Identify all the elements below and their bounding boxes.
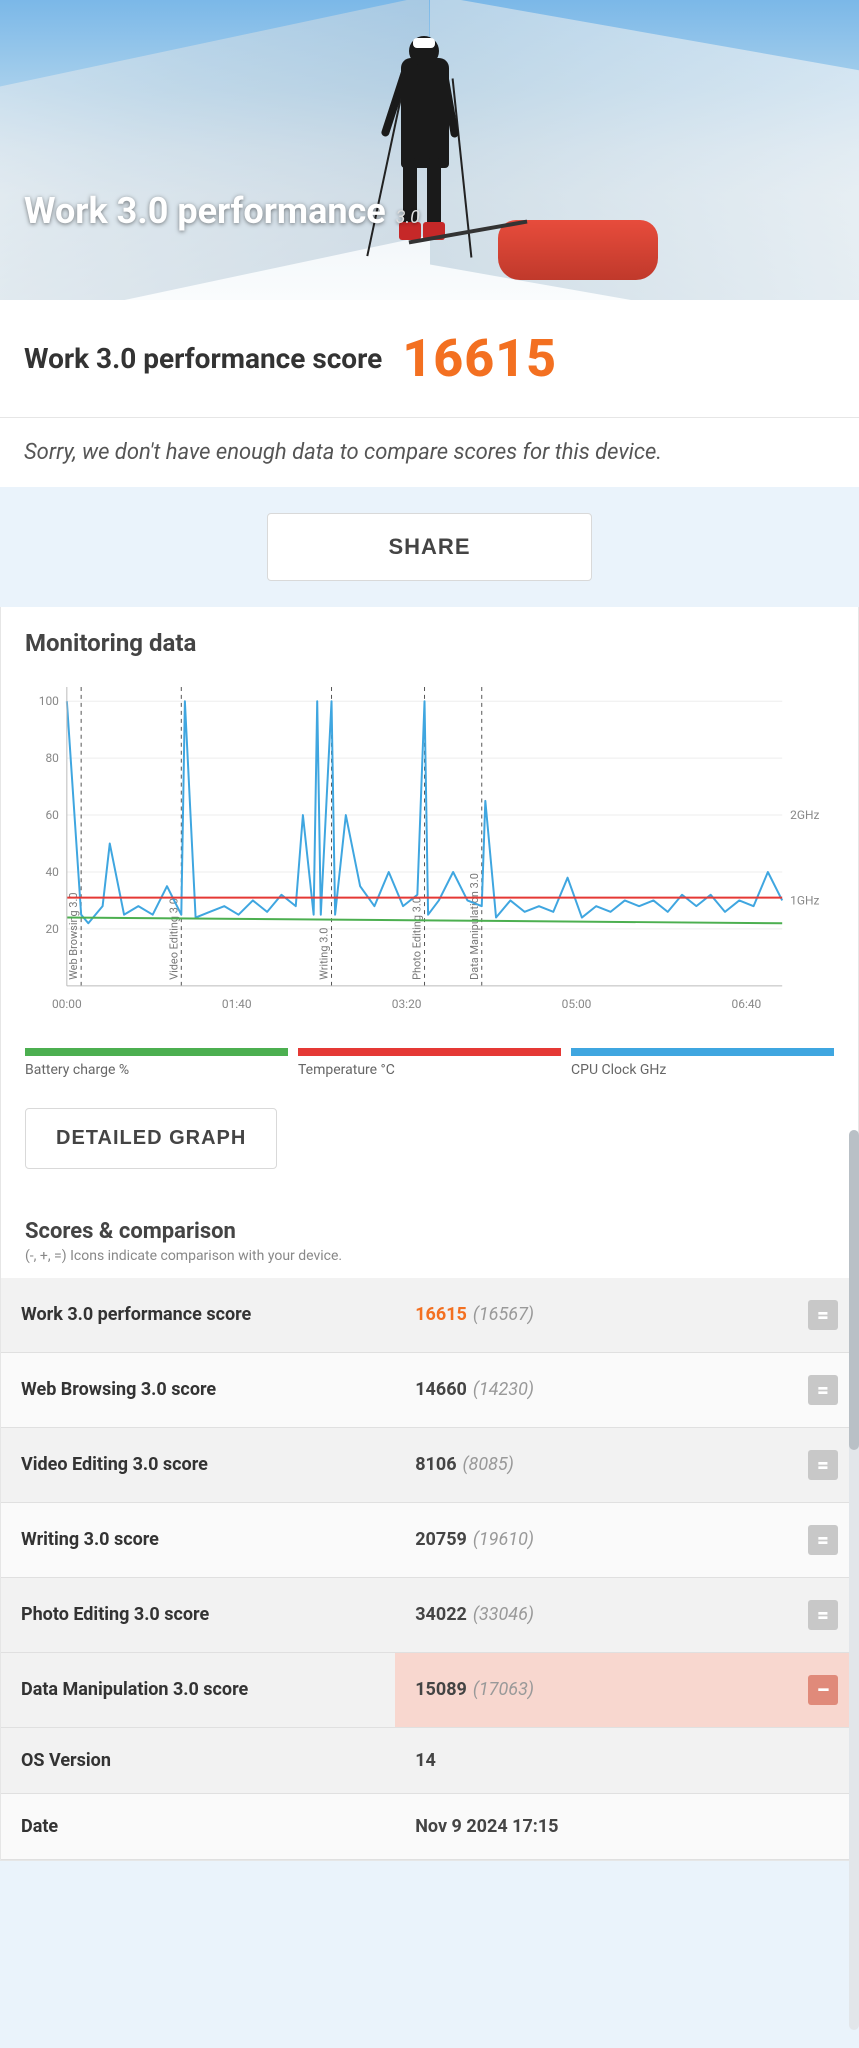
equal-icon	[808, 1375, 838, 1405]
score-value-cell: 20759(19610)	[395, 1502, 788, 1577]
chart-svg: 20 40 60 80 100 00:00 01:40 03:20 05:00 06:40 2GHz…	[21, 677, 838, 1036]
monitoring-title: Monitoring data	[1, 607, 858, 667]
svg-text:00:00: 00:00	[52, 997, 82, 1011]
comparison-badge-cell	[788, 1652, 858, 1727]
monitoring-chart: 20 40 60 80 100 00:00 01:40 03:20 05:00 06:40 2GHz…	[1, 667, 858, 1040]
comparison-badge-cell	[788, 1502, 858, 1577]
score-row: Work 3.0 performance score 16615	[0, 300, 859, 418]
svg-text:20: 20	[45, 922, 59, 936]
comparison-badge-cell	[788, 1793, 858, 1859]
comparison-badge-cell	[788, 1427, 858, 1502]
legend-bar-battery	[25, 1048, 288, 1056]
legend-bar-temperature	[298, 1048, 561, 1056]
equal-icon	[808, 1525, 838, 1555]
equal-icon	[808, 1450, 838, 1480]
legend-label-cpu: CPU Clock GHz	[571, 1062, 834, 1078]
svg-text:2GHz: 2GHz	[790, 808, 819, 822]
score-label-cell: Web Browsing 3.0 score	[1, 1352, 395, 1427]
score-value-cell: 16615(16567)	[395, 1278, 788, 1353]
svg-text:03:20: 03:20	[392, 997, 422, 1011]
equal-icon	[808, 1300, 838, 1330]
legend-label-battery: Battery charge %	[25, 1062, 288, 1078]
svg-text:Web Browsing 3.0: Web Browsing 3.0	[67, 892, 80, 979]
svg-text:80: 80	[45, 751, 59, 765]
scores-subtitle: (-, +, =) Icons indicate comparison with…	[1, 1246, 858, 1278]
scrollbar-thumb[interactable]	[849, 1130, 859, 1450]
score-value-cell: 14660(14230)	[395, 1352, 788, 1427]
comparison-badge-cell	[788, 1278, 858, 1353]
legend-labels: Battery charge % Temperature °C CPU Cloc…	[1, 1060, 858, 1096]
score-label-cell: Photo Editing 3.0 score	[1, 1577, 395, 1652]
score-value-cell: 34022(33046)	[395, 1577, 788, 1652]
score-value-cell: 14	[395, 1727, 788, 1793]
share-button[interactable]: SHARE	[267, 513, 591, 581]
table-row: Data Manipulation 3.0 score15089(17063)	[1, 1652, 858, 1727]
scores-title: Scores & comparison	[1, 1199, 858, 1246]
score-value: 16615	[402, 328, 557, 389]
score-label-cell: Video Editing 3.0 score	[1, 1427, 395, 1502]
compare-note: Sorry, we don't have enough data to comp…	[0, 418, 859, 487]
svg-text:01:40: 01:40	[222, 997, 252, 1011]
sled-illustration	[498, 220, 658, 280]
legend-label-temperature: Temperature °C	[298, 1062, 561, 1078]
svg-text:100: 100	[39, 694, 59, 708]
score-label: Work 3.0 performance score	[24, 342, 382, 375]
svg-text:Photo Editing 3.0: Photo Editing 3.0	[411, 897, 424, 980]
svg-text:Writing 3.0: Writing 3.0	[318, 928, 331, 980]
svg-text:40: 40	[45, 865, 59, 879]
scores-table: Work 3.0 performance score16615(16567)We…	[1, 1278, 858, 1860]
legend-bars	[1, 1040, 858, 1060]
score-value-cell: Nov 9 2024 17:15	[395, 1793, 788, 1859]
equal-icon	[808, 1600, 838, 1630]
score-label-cell: Date	[1, 1793, 395, 1859]
svg-text:Data Manipulation 3.0: Data Manipulation 3.0	[468, 873, 481, 980]
table-row: OS Version14	[1, 1727, 858, 1793]
svg-text:05:00: 05:00	[562, 997, 592, 1011]
score-label-cell: Writing 3.0 score	[1, 1502, 395, 1577]
table-row: Web Browsing 3.0 score14660(14230)	[1, 1352, 858, 1427]
score-value-cell: 8106(8085)	[395, 1427, 788, 1502]
score-label-cell: Work 3.0 performance score	[1, 1278, 395, 1353]
svg-text:60: 60	[45, 808, 59, 822]
minus-icon	[808, 1675, 838, 1705]
scrollbar[interactable]	[849, 1130, 859, 2030]
detailed-graph-button[interactable]: DETAILED GRAPH	[25, 1108, 277, 1169]
hero-title-suffix: 3.0	[396, 207, 420, 228]
hero-banner: Work 3.0 performance 3.0	[0, 0, 859, 300]
hero-title: Work 3.0 performance	[24, 190, 386, 232]
table-row: DateNov 9 2024 17:15	[1, 1793, 858, 1859]
score-value-cell: 15089(17063)	[395, 1652, 788, 1727]
score-label-cell: OS Version	[1, 1727, 395, 1793]
comparison-badge-cell	[788, 1727, 858, 1793]
table-row: Video Editing 3.0 score8106(8085)	[1, 1427, 858, 1502]
score-label-cell: Data Manipulation 3.0 score	[1, 1652, 395, 1727]
comparison-badge-cell	[788, 1577, 858, 1652]
table-row: Photo Editing 3.0 score34022(33046)	[1, 1577, 858, 1652]
comparison-badge-cell	[788, 1352, 858, 1427]
table-row: Writing 3.0 score20759(19610)	[1, 1502, 858, 1577]
svg-text:1GHz: 1GHz	[790, 893, 819, 907]
svg-text:06:40: 06:40	[732, 997, 762, 1011]
table-row: Work 3.0 performance score16615(16567)	[1, 1278, 858, 1353]
legend-bar-cpu	[571, 1048, 834, 1056]
